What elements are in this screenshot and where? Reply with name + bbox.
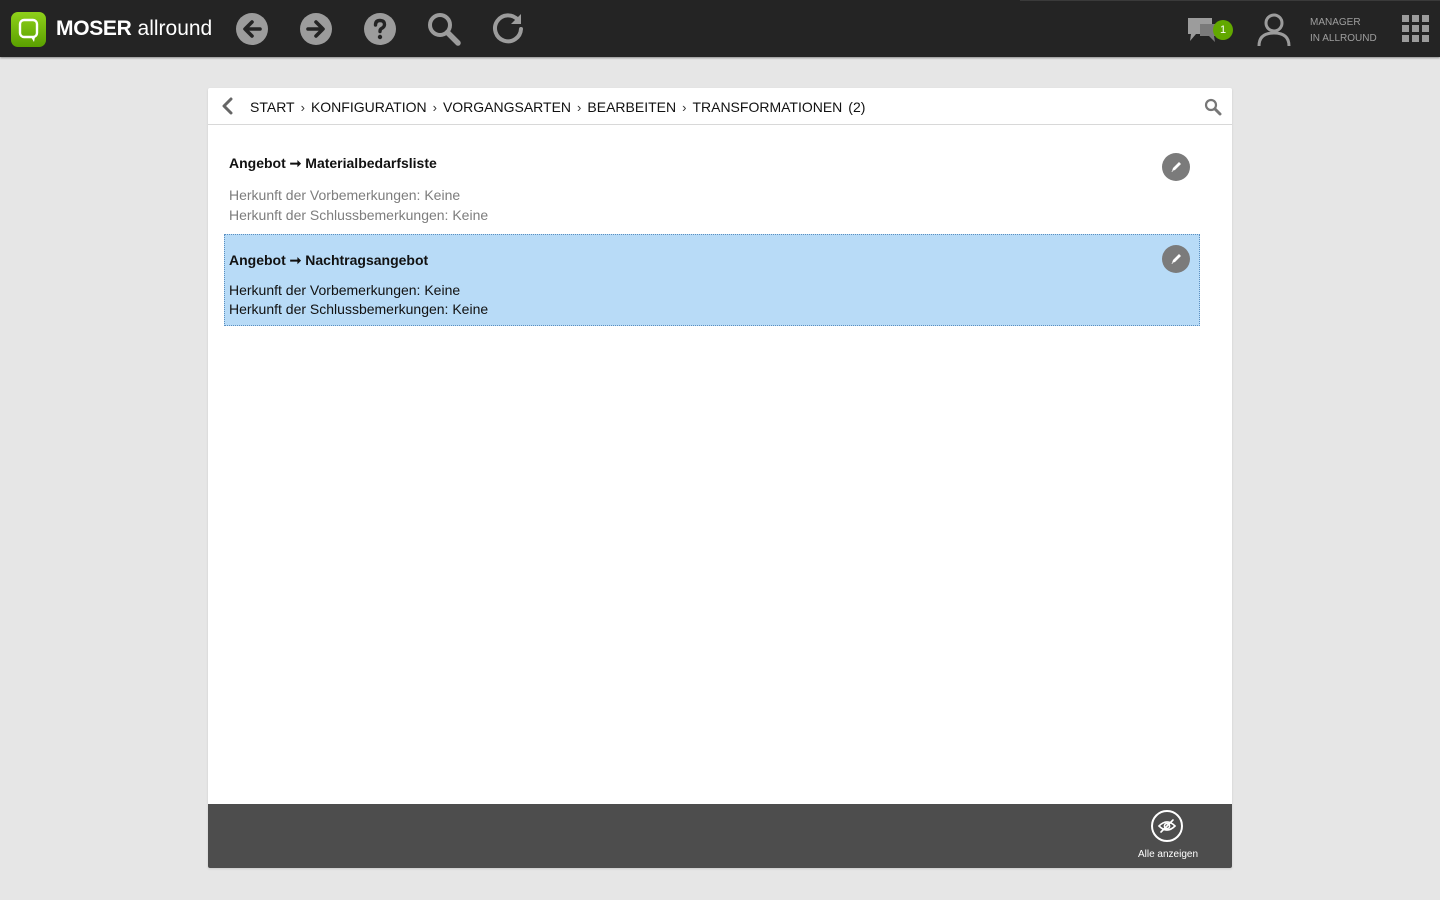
breadcrumb-separator: › — [577, 100, 582, 115]
brand-name-bold: MOSER — [56, 17, 132, 40]
chevron-left-icon[interactable] — [220, 97, 236, 115]
target-type: Materialbedarfsliste — [305, 155, 437, 171]
target-type: Nachtragsangebot — [305, 252, 429, 268]
breadcrumb-separator: › — [682, 100, 687, 115]
arrow-icon: ➞ — [289, 155, 302, 171]
edit-button[interactable] — [1162, 245, 1190, 273]
forward-arrow-icon[interactable] — [298, 11, 334, 47]
breadcrumb: START › KONFIGURATION › VORGANGSARTEN › BEARBE… — [250, 97, 865, 117]
brand-name-light: allround — [137, 17, 213, 40]
panel-footer: Alle anzeigen — [208, 804, 1232, 868]
closing-remarks-origin: Herkunft der Schlussbemerkungen: Keine — [229, 301, 489, 317]
user-company: IN ALLROUND — [1310, 33, 1377, 44]
preliminary-remarks-origin: Herkunft der Vorbemerkungen: Keine — [229, 187, 461, 203]
show-all-button[interactable]: Alle anzeigen — [1132, 810, 1204, 866]
item-count: (2) — [848, 99, 866, 115]
user-avatar-icon[interactable] — [1256, 12, 1292, 48]
breadcrumb-bearbeiten[interactable]: BEARBEITEN — [587, 99, 676, 115]
user-info[interactable]: MANAGER IN ALLROUND — [1310, 15, 1377, 47]
breadcrumb-start[interactable]: START — [250, 99, 295, 115]
notification-badge[interactable]: 1 — [1213, 20, 1233, 40]
breadcrumb-separator: › — [432, 100, 437, 115]
app-logo-icon[interactable] — [11, 12, 46, 47]
pencil-icon — [1171, 162, 1181, 172]
reload-icon[interactable] — [490, 11, 526, 47]
list-item[interactable]: Angebot ➞ Materialbedarfsliste Herkunft … — [224, 142, 1200, 234]
transformation-title: Angebot ➞ Materialbedarfsliste — [229, 155, 437, 172]
top-bar-accent — [1020, 0, 1440, 1]
back-arrow-icon[interactable] — [234, 11, 270, 47]
eye-hidden-icon — [1151, 810, 1183, 842]
closing-remarks-origin: Herkunft der Schlussbemerkungen: Keine — [229, 207, 489, 223]
edit-button[interactable] — [1162, 153, 1190, 181]
source-type: Angebot — [229, 252, 286, 268]
transformations-panel: START › KONFIGURATION › VORGANGSARTEN › BEARBE… — [208, 88, 1232, 868]
top-bar: MOSER allround 1 MANAGER IN ALLROUND — [0, 0, 1440, 57]
search-icon[interactable] — [426, 11, 462, 47]
breadcrumb-separator: › — [300, 100, 305, 115]
arrow-icon: ➞ — [289, 252, 302, 268]
list-item-selected[interactable]: Angebot ➞ Nachtragsangebot Herkunft der … — [224, 234, 1200, 326]
user-role: MANAGER — [1310, 17, 1361, 28]
transformation-title: Angebot ➞ Nachtragsangebot — [229, 252, 428, 269]
breadcrumb-transformationen: TRANSFORMATIONEN — [692, 99, 843, 115]
search-icon[interactable] — [1204, 98, 1222, 116]
preliminary-remarks-origin: Herkunft der Vorbemerkungen: Keine — [229, 282, 461, 298]
breadcrumb-konfiguration[interactable]: KONFIGURATION — [311, 99, 427, 115]
show-all-label: Alle anzeigen — [1137, 849, 1199, 860]
pencil-icon — [1171, 254, 1181, 264]
apps-grid-icon[interactable] — [1400, 13, 1432, 45]
help-icon[interactable] — [362, 11, 398, 47]
breadcrumb-vorgangsarten[interactable]: VORGANGSARTEN — [443, 99, 571, 115]
app-brand: MOSER allround — [56, 16, 212, 42]
panel-header: START › KONFIGURATION › VORGANGSARTEN › BEARBE… — [208, 88, 1232, 125]
source-type: Angebot — [229, 155, 286, 171]
